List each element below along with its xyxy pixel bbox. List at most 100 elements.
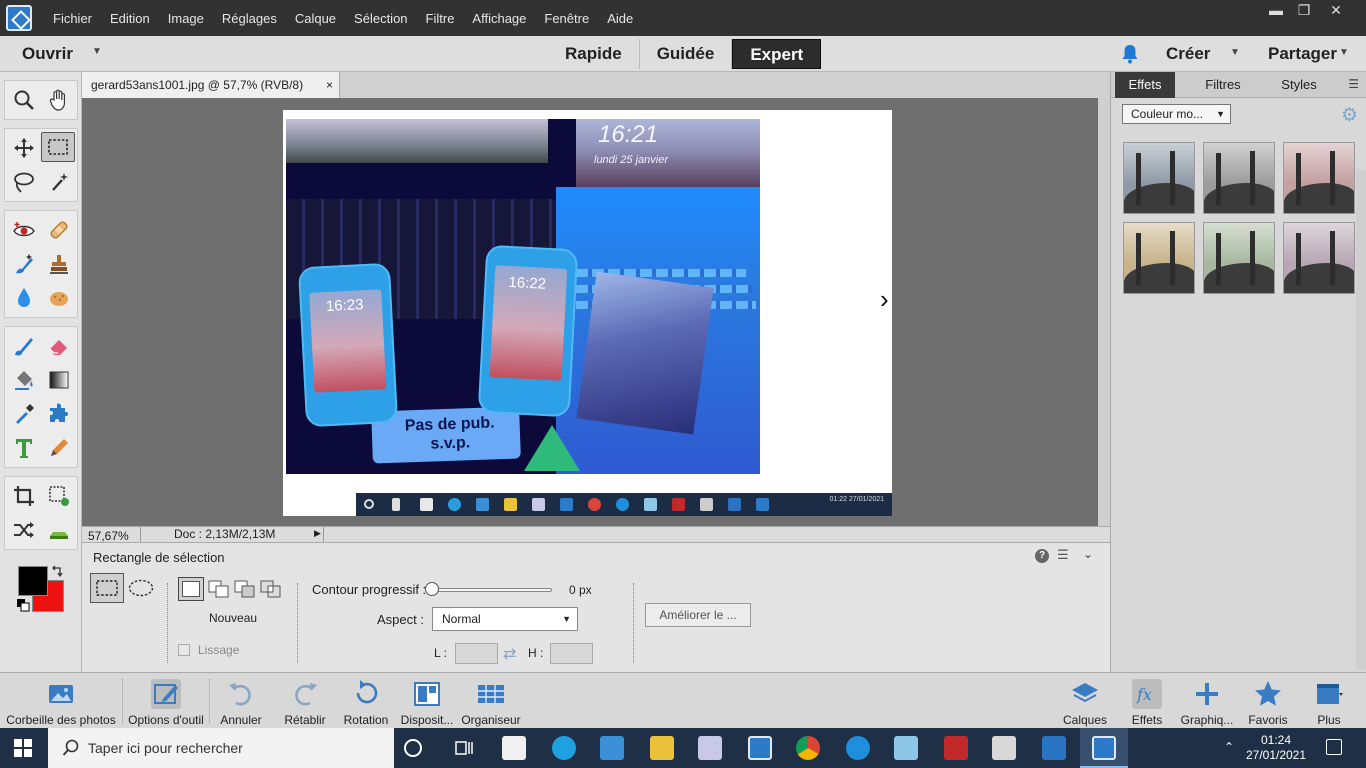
share-dropdown-icon[interactable]: ▼ [1339, 47, 1349, 58]
cortana-icon[interactable] [404, 739, 422, 757]
sponge-tool[interactable] [42, 283, 76, 313]
type-tool[interactable] [7, 433, 41, 463]
taskbar-active-app[interactable] [1080, 728, 1128, 768]
effect-thumbnail[interactable] [1203, 142, 1275, 214]
edge-icon[interactable] [552, 736, 576, 760]
close-button[interactable]: ✕ [1318, 0, 1354, 22]
photos-icon[interactable] [1042, 736, 1066, 760]
smart-brush-tool[interactable] [7, 249, 41, 279]
menu-reglages[interactable]: Réglages [213, 11, 286, 26]
undo-button[interactable]: Annuler [212, 673, 270, 729]
magic-wand-tool[interactable] [42, 167, 76, 197]
store-icon[interactable] [502, 736, 526, 760]
effect-thumbnail[interactable] [1283, 142, 1355, 214]
taskbar-search-box[interactable]: Taper ici pour rechercher [48, 728, 394, 768]
clone-stamp-tool[interactable] [42, 249, 76, 279]
more-button[interactable]: Plus [1302, 673, 1356, 729]
photo-bin-button[interactable]: Corbeille des photos [0, 673, 122, 729]
zoom-readout[interactable]: 57,67% [88, 529, 129, 543]
red-eye-tool[interactable] [7, 215, 41, 245]
mode-tab-expert[interactable]: Expert [732, 39, 822, 69]
rotate-button[interactable]: Rotation [338, 673, 394, 729]
effect-thumbnail[interactable] [1283, 222, 1355, 294]
recompose-tool[interactable] [42, 481, 76, 511]
menu-edition[interactable]: Edition [101, 11, 159, 26]
menu-fenetre[interactable]: Fenêtre [535, 11, 598, 26]
rectangular-marquee-tool[interactable] [41, 132, 75, 162]
open-dropdown-icon[interactable]: ▼ [92, 46, 102, 57]
menu-affichage[interactable]: Affichage [463, 11, 535, 26]
help-icon[interactable]: ? [1035, 549, 1049, 563]
crop-tool[interactable] [7, 481, 41, 511]
eraser-tool[interactable] [42, 331, 76, 361]
effect-thumbnail[interactable] [1123, 222, 1195, 294]
status-menu-arrow-icon[interactable]: ▶ [314, 528, 321, 539]
menu-filtre[interactable]: Filtre [417, 11, 464, 26]
windows-start-icon[interactable] [14, 739, 32, 757]
menu-image[interactable]: Image [159, 11, 213, 26]
menu-selection[interactable]: Sélection [345, 11, 416, 26]
default-colors-icon[interactable] [16, 598, 30, 612]
gradient-tool[interactable] [42, 365, 76, 395]
effect-category-select[interactable]: Couleur mo... ▼ [1122, 104, 1231, 124]
rectangle-marquee-option-button[interactable] [90, 573, 124, 603]
menu-aide[interactable]: Aide [598, 11, 642, 26]
elements-organizer-icon[interactable] [748, 736, 772, 760]
tab-effects[interactable]: Effets [1115, 72, 1175, 98]
move-tool[interactable] [7, 133, 41, 163]
file-explorer-icon[interactable] [650, 736, 674, 760]
swap-width-height-icon[interactable]: ⇄ [503, 644, 516, 664]
effect-thumbnail[interactable] [1123, 142, 1195, 214]
menu-fichier[interactable]: Fichier [44, 11, 101, 26]
effect-thumbnail[interactable] [1203, 222, 1275, 294]
tool-options-button[interactable]: Options d'outil [124, 673, 208, 729]
mode-tab-guidee[interactable]: Guidée [640, 39, 733, 69]
chevron-right-icon[interactable]: › [880, 284, 889, 315]
collapse-chevron-icon[interactable]: ⌄ [1083, 547, 1093, 561]
zoom-tool[interactable] [7, 85, 41, 115]
organizer-button[interactable]: Organiseur [458, 673, 524, 729]
panel-menu-icon[interactable]: ☰ [1348, 77, 1359, 91]
notification-center-icon[interactable] [1326, 739, 1342, 755]
foreground-color-swatch[interactable] [18, 566, 48, 596]
restore-button[interactable]: ❐ [1286, 0, 1322, 22]
tab-filters[interactable]: Filtres [1191, 72, 1255, 98]
favorites-button[interactable]: Favoris [1242, 673, 1294, 729]
healing-brush-tool[interactable] [42, 215, 76, 245]
elliptical-marquee-option-button[interactable] [126, 575, 156, 601]
open-button[interactable]: Ouvrir [22, 44, 73, 64]
refine-edge-button[interactable]: Améliorer le ... [645, 603, 751, 627]
create-button[interactable]: Créer [1166, 44, 1210, 64]
filezilla-icon[interactable] [944, 736, 968, 760]
tab-styles[interactable]: Styles [1271, 72, 1327, 98]
pencil-tool[interactable] [42, 433, 76, 463]
app-window-icon[interactable] [698, 736, 722, 760]
task-view-icon[interactable] [452, 736, 476, 760]
brush-tool[interactable] [7, 331, 41, 361]
options-menu-icon[interactable]: ☰ [1057, 547, 1069, 563]
effects-button[interactable]: fx Effets [1124, 673, 1170, 729]
hand-tool[interactable] [42, 85, 76, 115]
swap-colors-icon[interactable] [50, 565, 64, 579]
new-selection-button[interactable] [178, 577, 204, 601]
straighten-tool[interactable] [42, 515, 76, 545]
blur-tool[interactable] [7, 283, 41, 313]
mode-tab-rapide[interactable]: Rapide [548, 39, 640, 69]
layers-button[interactable]: Calques [1058, 673, 1112, 729]
paint-bucket-tool[interactable] [7, 365, 41, 395]
gear-icon[interactable]: ⚙ [1341, 104, 1358, 127]
glass-app-icon[interactable] [894, 736, 918, 760]
layout-button[interactable]: Disposit... [396, 673, 458, 729]
menu-calque[interactable]: Calque [286, 11, 345, 26]
content-aware-move-tool[interactable] [7, 515, 41, 545]
intersect-selection-button[interactable] [260, 579, 282, 599]
share-button[interactable]: Partager [1268, 44, 1337, 64]
add-to-selection-button[interactable] [208, 579, 230, 599]
create-dropdown-icon[interactable]: ▼ [1230, 47, 1240, 58]
subtract-from-selection-button[interactable] [234, 579, 256, 599]
taskbar-clock[interactable]: 01:24 27/01/2021 [1244, 733, 1308, 763]
panel-vertical-scrollbar[interactable] [1356, 170, 1366, 670]
feather-slider-knob[interactable] [425, 582, 439, 596]
chrome-icon[interactable] [796, 736, 820, 760]
width-field[interactable] [455, 643, 498, 664]
